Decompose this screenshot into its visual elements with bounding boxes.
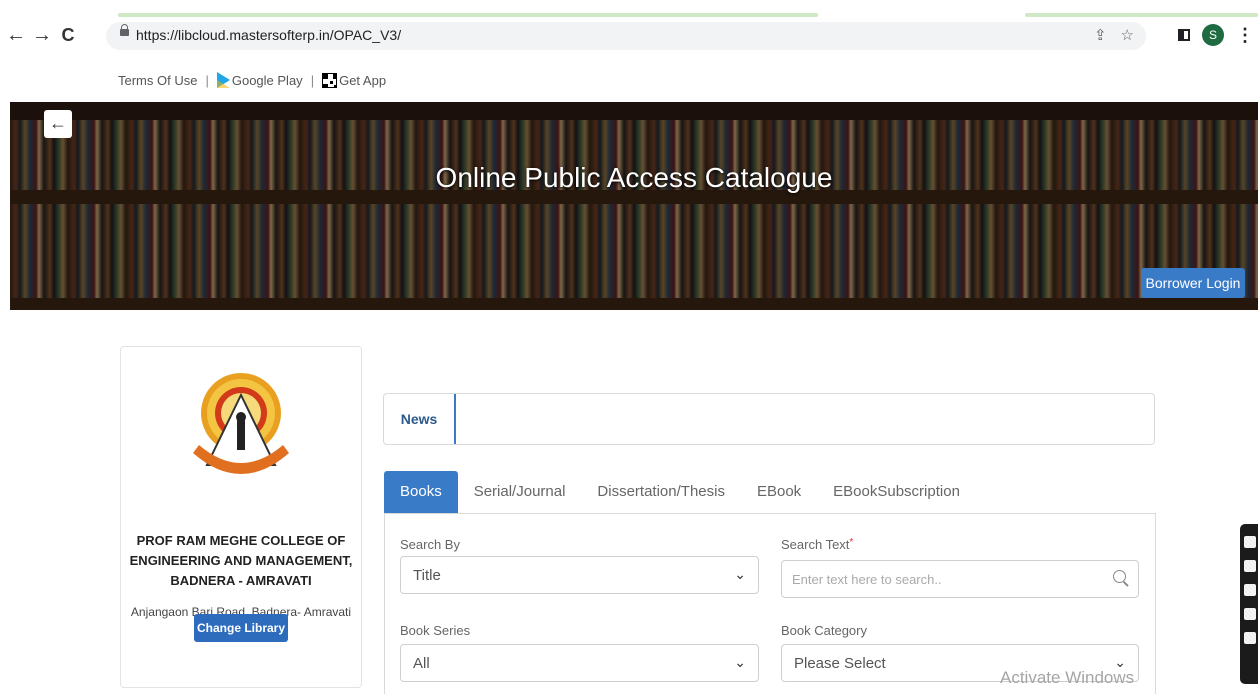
borrower-login-button[interactable]: Borrower Login	[1141, 268, 1245, 298]
change-library-button[interactable]: Change Library	[194, 614, 288, 642]
side-panel-icon[interactable]	[1178, 29, 1190, 41]
search-by-label: Search By	[400, 537, 460, 552]
gear-icon[interactable]	[1244, 632, 1256, 644]
chevron-down-icon: ⌄	[734, 654, 746, 670]
bookmark-star-icon[interactable]: ☆	[1121, 26, 1134, 44]
toolbar-icon[interactable]	[1244, 608, 1256, 620]
separator: |	[205, 72, 209, 88]
google-play-link[interactable]: Google Play	[216, 72, 303, 88]
browser-forward-button[interactable]: →	[30, 22, 54, 48]
get-app-label: Get App	[339, 72, 387, 88]
page-load-progress	[0, 0, 1258, 20]
page-title: Online Public Access Catalogue	[435, 162, 833, 193]
tab-dissertation-thesis[interactable]: Dissertation/Thesis	[581, 471, 741, 513]
book-series-value: All	[413, 655, 430, 672]
get-app-link[interactable]: Get App	[322, 72, 387, 88]
address-bar-url[interactable]: https://libcloud.mastersofterp.in/OPAC_V…	[136, 27, 401, 43]
tab-ebook[interactable]: EBook	[741, 471, 817, 513]
book-series-select[interactable]: All ⌄	[400, 644, 759, 682]
book-category-value: Please Select	[794, 655, 886, 672]
search-text-input[interactable]: Enter text here to search..	[781, 560, 1139, 598]
toolbar-icon[interactable]	[1244, 560, 1256, 572]
browser-reload-button[interactable]: C	[56, 22, 80, 48]
google-play-label: Google Play	[231, 72, 303, 88]
tab-serial-journal[interactable]: Serial/Journal	[458, 471, 582, 513]
book-category-label: Book Category	[781, 623, 867, 638]
qr-code-icon	[322, 72, 338, 88]
browser-menu-icon[interactable]: ⋮	[1236, 25, 1254, 46]
search-by-value: Title	[413, 567, 441, 584]
tab-books[interactable]: Books	[384, 471, 458, 513]
chevron-down-icon: ⌄	[734, 566, 746, 582]
terms-of-use-link[interactable]: Terms Of Use	[118, 73, 197, 88]
catalogue-tabs: Books Serial/Journal Dissertation/Thesis…	[384, 471, 976, 513]
search-text-label: Search Text*	[781, 537, 854, 552]
search-icon[interactable]	[1113, 570, 1126, 583]
google-play-icon	[216, 72, 230, 88]
library-name: PROF RAM MEGHE COLLEGE OF ENGINEERING AN…	[129, 533, 353, 588]
tab-ebook-subscription[interactable]: EBookSubscription	[817, 471, 976, 513]
floating-side-toolbar[interactable]	[1240, 524, 1258, 684]
toolbar-icon[interactable]	[1244, 584, 1256, 596]
toolbar-icon[interactable]	[1244, 536, 1256, 548]
lock-icon	[120, 24, 129, 36]
separator: |	[310, 72, 315, 88]
profile-avatar[interactable]: S	[1202, 24, 1224, 46]
address-bar[interactable]: https://libcloud.mastersofterp.in/OPAC_V…	[106, 22, 1146, 50]
top-links: Terms Of Use | Google Play | Get App	[118, 72, 386, 88]
college-logo	[193, 373, 289, 474]
hero-banner: Online Public Access Catalogue	[10, 102, 1258, 310]
search-panel: Search By Title ⌄ Search Text* Enter tex…	[384, 513, 1156, 694]
browser-back-button[interactable]: ←	[4, 22, 28, 48]
back-arrow-button[interactable]: ←	[44, 110, 72, 138]
news-box: News	[383, 393, 1155, 445]
book-series-label: Book Series	[400, 623, 471, 638]
news-label[interactable]: News	[384, 394, 456, 444]
search-by-select[interactable]: Title ⌄	[400, 556, 759, 594]
share-icon[interactable]: ⇪	[1094, 26, 1107, 44]
activate-windows-watermark: Activate Windows	[1000, 668, 1135, 687]
search-text-placeholder: Enter text here to search..	[792, 572, 942, 587]
